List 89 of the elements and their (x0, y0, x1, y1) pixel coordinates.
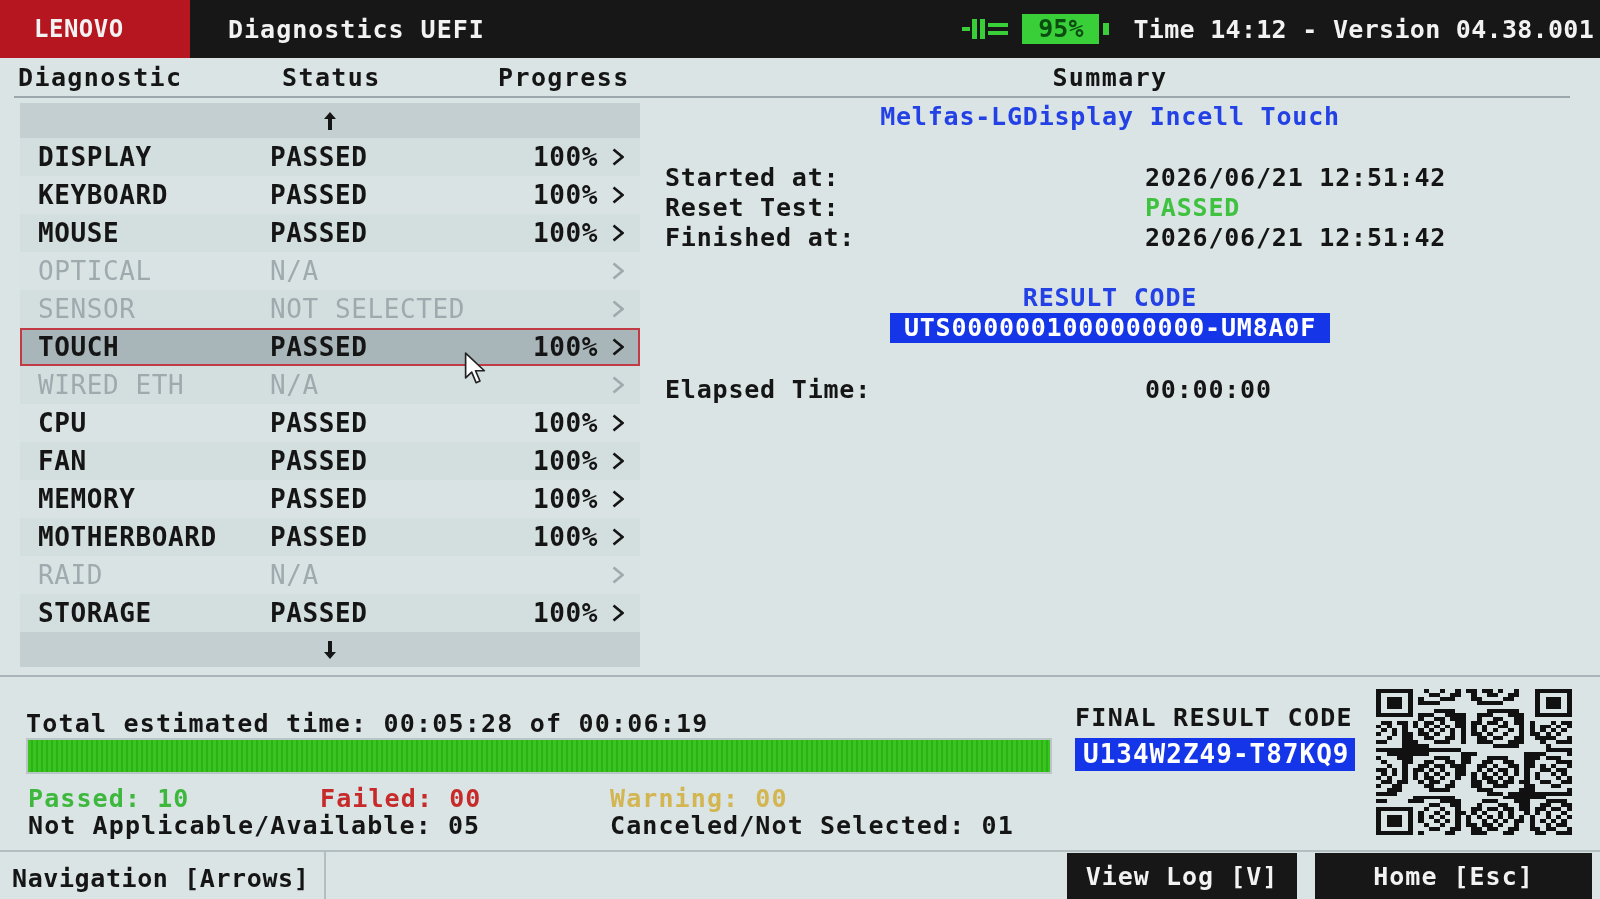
navigation-hint: Navigation [Arrows] (0, 852, 326, 899)
field-value: 00:00:00 (1145, 374, 1272, 404)
panel-heading: Summary (1052, 62, 1168, 92)
diagnostic-progress: 100% (533, 598, 598, 628)
scroll-down-button[interactable] (20, 632, 640, 667)
chevron-right-icon (612, 452, 624, 470)
chevron-right-icon (612, 224, 624, 242)
diagnostic-row[interactable]: FAN PASSED 100% (20, 442, 640, 480)
diagnostic-name: MOTHERBOARD (38, 522, 217, 552)
diagnostic-progress: 100% (533, 446, 598, 476)
column-header: Status (282, 62, 381, 92)
diagnostic-row[interactable]: CPU PASSED 100% (20, 404, 640, 442)
estimated-time-text: Total estimated time: 00:05:28 of 00:06:19 (26, 709, 709, 739)
diagnostic-progress: 100% (533, 408, 598, 438)
count-text: Canceled/Not Selected: 01 (610, 811, 1014, 840)
chevron-right-icon (612, 338, 624, 356)
result-code-label: RESULT CODE (1022, 283, 1198, 313)
final-result-label: FINAL RESULT CODE (1075, 703, 1353, 733)
diagnostic-name: MOUSE (38, 218, 120, 248)
arrow-down-icon (324, 640, 336, 659)
chevron-right-icon (612, 490, 624, 508)
diagnostic-status: N/A (270, 256, 319, 286)
diagnostic-row[interactable]: MOTHERBOARD PASSED 100% (20, 518, 640, 556)
battery-indicator: 95% (1022, 14, 1110, 44)
diagnostic-status: PASSED (270, 142, 368, 172)
diagnostic-progress: 100% (533, 484, 598, 514)
arrow-up-icon (324, 111, 336, 130)
diagnostic-status: PASSED (270, 218, 368, 248)
diagnostic-progress: 100% (533, 180, 598, 210)
chevron-right-icon (612, 262, 624, 280)
diagnostic-progress: 100% (533, 332, 598, 362)
diagnostic-row[interactable]: MOUSE PASSED 100% (20, 214, 640, 252)
device-name: Melfas-LGDisplay Incell Touch (880, 102, 1340, 132)
diagnostic-status: PASSED (270, 598, 368, 628)
chevron-right-icon (612, 604, 624, 622)
brand-logo: LENOVO (0, 0, 190, 58)
diagnostic-name: KEYBOARD (38, 180, 169, 210)
home-button[interactable]: Home [Esc] (1315, 853, 1592, 899)
column-header: Progress (498, 62, 630, 92)
field-value: 2026/06/21 12:51:42 (1145, 222, 1447, 252)
diagnostic-name: OPTICAL (38, 256, 152, 286)
final-result-code: U134W2Z49-T87KQ9 (1075, 738, 1356, 771)
count-text: Passed: 10 (28, 784, 190, 813)
field-value: 2026/06/21 12:51:42 (1145, 162, 1447, 192)
diagnostic-status: PASSED (270, 408, 368, 438)
diagnostic-status: PASSED (270, 446, 368, 476)
field-label: Finished at: (665, 222, 856, 252)
chevron-right-icon (612, 414, 624, 432)
diagnostic-status: N/A (270, 560, 319, 590)
diagnostic-status: PASSED (270, 484, 368, 514)
diagnostic-status: PASSED (270, 332, 368, 362)
scroll-up-button[interactable] (20, 103, 640, 138)
result-code: UTS0000001000000000-UM8A0F (889, 313, 1331, 343)
diagnostic-row[interactable]: MEMORY PASSED 100% (20, 480, 640, 518)
mouse-pointer-icon (464, 352, 486, 384)
chevron-right-icon (612, 376, 624, 394)
chevron-right-icon (612, 148, 624, 166)
diagnostic-name: DISPLAY (38, 142, 152, 172)
diagnostic-name: RAID (38, 560, 103, 590)
diagnostic-row[interactable]: KEYBOARD PASSED 100% (20, 176, 640, 214)
app-title: Diagnostics UEFI (228, 14, 485, 44)
count-text: Failed: 00 (320, 784, 482, 813)
diagnostic-name: FAN (38, 446, 87, 476)
diagnostic-name: STORAGE (38, 598, 152, 628)
field-label: Started at: (665, 162, 840, 192)
chevron-right-icon (612, 566, 624, 584)
column-header: Diagnostic (18, 62, 183, 92)
chevron-right-icon (612, 300, 624, 318)
time-version-text: Time 14:12 - Version 04.38.001 (1133, 14, 1594, 44)
diagnostic-name: TOUCH (38, 332, 120, 362)
count-text: Warning: 00 (610, 784, 788, 813)
diagnostic-row[interactable]: DISPLAY PASSED 100% (20, 138, 640, 176)
view-log-button[interactable]: View Log [V] (1067, 853, 1297, 899)
diagnostic-progress: 100% (533, 142, 598, 172)
diagnostic-row[interactable]: TOUCH PASSED 100% (20, 328, 640, 366)
chevron-right-icon (612, 186, 624, 204)
diagnostic-progress: 100% (533, 522, 598, 552)
field-label: Elapsed Time: (665, 374, 872, 404)
diagnostic-name: CPU (38, 408, 87, 438)
diagnostic-progress: 100% (533, 218, 598, 248)
diagnostic-status: PASSED (270, 180, 368, 210)
plug-icon (962, 19, 1009, 39)
field-label: Reset Test: (665, 192, 840, 222)
diagnostic-name: MEMORY (38, 484, 136, 514)
chevron-right-icon (612, 528, 624, 546)
count-text: Not Applicable/Available: 05 (28, 811, 481, 840)
field-value: PASSED (1145, 192, 1241, 222)
diagnostic-status: PASSED (270, 522, 368, 552)
diagnostic-row[interactable]: STORAGE PASSED 100% (20, 594, 640, 632)
